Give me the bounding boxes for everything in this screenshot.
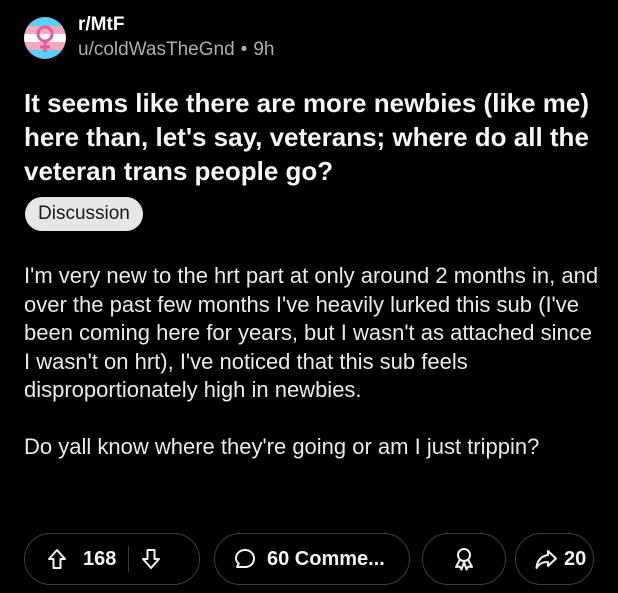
- vote-divider: [128, 546, 130, 572]
- comments-button[interactable]: 60 Comme...: [214, 533, 410, 585]
- share-count: 20: [564, 548, 587, 570]
- post-header: r/MtF u/coldWasTheGnd • 9h: [24, 14, 274, 62]
- post-age: 9h: [253, 39, 275, 60]
- post-flair[interactable]: Discussion: [25, 197, 143, 231]
- post-title: It seems like there are more newbies (li…: [24, 88, 590, 186]
- comment-icon: [235, 549, 255, 568]
- share-icon-wrap: [534, 547, 558, 571]
- subreddit-name[interactable]: r/MtF: [78, 14, 274, 36]
- body-paragraph: I'm very new to the hrt part at only aro…: [24, 263, 599, 402]
- post-byline: u/coldWasTheGnd • 9h: [78, 38, 274, 62]
- author-name[interactable]: u/coldWasTheGnd: [78, 38, 235, 62]
- arrow-down-icon: [142, 549, 161, 569]
- vote-pill: 168: [24, 533, 200, 585]
- subreddit-avatar[interactable]: [24, 17, 66, 59]
- trans-symbol-icon: [24, 17, 66, 59]
- share-icon: [535, 550, 557, 569]
- comment-count: 60 Comme...: [267, 548, 385, 570]
- post-meta: r/MtF u/coldWasTheGnd • 9h: [78, 14, 274, 62]
- body-paragraph: Do yall know where they're going or am I…: [24, 433, 540, 459]
- upvote-count: 168: [83, 548, 117, 570]
- award-button[interactable]: [422, 533, 506, 585]
- post-action-bar: 168 60 Comme... 20: [24, 533, 594, 587]
- share-button[interactable]: 20: [515, 533, 594, 585]
- upvote-button[interactable]: [45, 547, 69, 571]
- award-icon: [455, 548, 473, 571]
- comment-icon-wrap: [233, 547, 257, 571]
- downvote-button[interactable]: [139, 547, 163, 571]
- byline-separator: •: [240, 39, 248, 60]
- post-body: I'm very new to the hrt part at only aro…: [24, 262, 604, 461]
- arrow-up-icon: [48, 549, 66, 569]
